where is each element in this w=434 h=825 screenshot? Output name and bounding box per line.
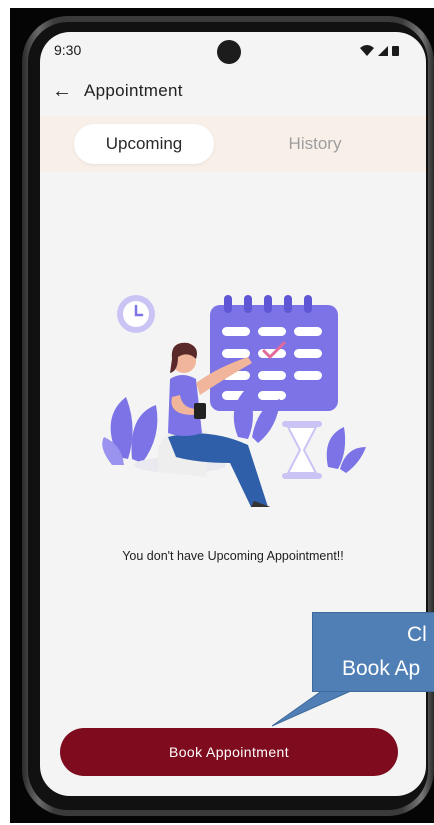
battery-icon xyxy=(392,46,399,56)
callout-box: Cl Book Ap xyxy=(312,612,434,692)
callout-text-line2: Book Ap xyxy=(342,657,421,680)
callout-text-line1: Cl xyxy=(407,623,427,646)
tab-history[interactable]: History xyxy=(260,124,370,164)
wifi-icon xyxy=(360,45,374,56)
back-arrow-icon[interactable]: ← xyxy=(52,80,76,103)
tab-upcoming[interactable]: Upcoming xyxy=(74,124,214,164)
status-time: 9:30 xyxy=(54,42,82,58)
camera-notch xyxy=(217,40,241,64)
clock-icon xyxy=(117,295,155,333)
app-header: ← Appointment xyxy=(52,76,412,106)
empty-state-message: You don't have Upcoming Appointment!! xyxy=(122,549,344,563)
plant-right xyxy=(326,427,366,473)
plant-left xyxy=(102,397,158,465)
tab-bar: Upcoming History xyxy=(40,116,426,172)
signal-icon xyxy=(378,46,388,56)
book-appointment-button[interactable]: Book Appointment xyxy=(60,728,398,776)
status-icons xyxy=(358,43,414,59)
hourglass-icon xyxy=(282,421,322,479)
page-title: Appointment xyxy=(84,81,183,100)
calendar-icon xyxy=(210,295,338,411)
woman-calendar-illustration xyxy=(98,287,368,513)
